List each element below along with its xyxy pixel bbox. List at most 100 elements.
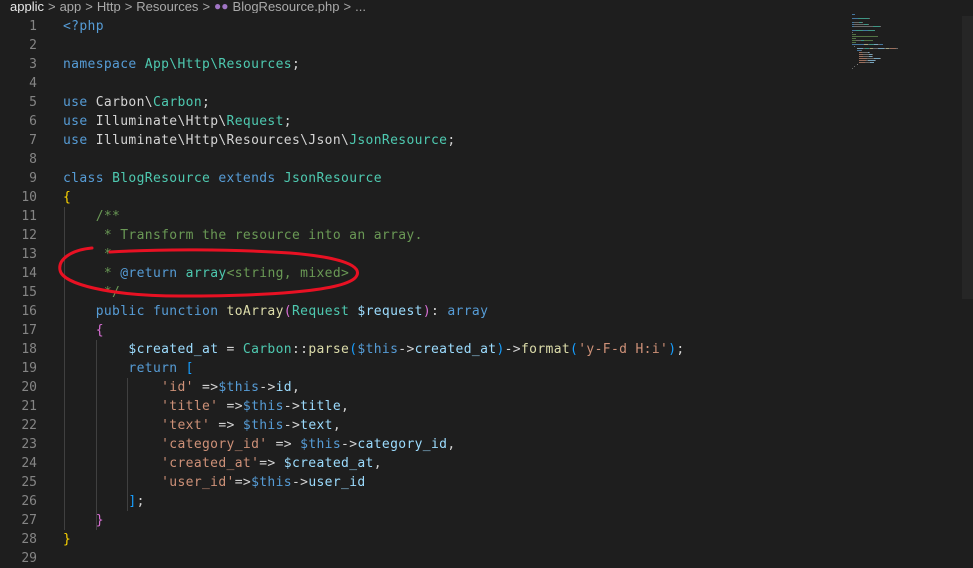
code-editor[interactable]: 1 <?php 2 3 namespace App\Http\Resources; 4 5 u… bbox=[0, 16, 973, 566]
minimap-token bbox=[854, 46, 855, 47]
code-line: 15 */ bbox=[0, 283, 973, 302]
minimap-token bbox=[852, 44, 859, 45]
code-token: Carbon\ bbox=[95, 95, 153, 110]
code-token: -> bbox=[283, 399, 301, 414]
code-token: BlogResource bbox=[112, 171, 219, 186]
code-text: } bbox=[63, 530, 71, 549]
line-number: 5 bbox=[29, 95, 37, 110]
code-token: , bbox=[447, 437, 456, 452]
minimap-token bbox=[868, 24, 869, 25]
minimap-token bbox=[852, 68, 853, 69]
code-token: array bbox=[185, 266, 227, 281]
chevron-right-icon: > bbox=[47, 0, 56, 13]
code-text: ]; bbox=[63, 492, 145, 511]
minimap-token bbox=[862, 22, 863, 23]
code-line: 20 'id' =>$this->id, bbox=[0, 378, 973, 397]
code-token: => bbox=[234, 475, 252, 490]
code-token: App\Http\Resources bbox=[144, 57, 292, 72]
minimap-token bbox=[856, 48, 864, 49]
code-token: , bbox=[332, 418, 342, 433]
code-token: { bbox=[63, 190, 72, 205]
line-number: 22 bbox=[21, 418, 37, 433]
code-token: namespace bbox=[63, 57, 145, 72]
code-token: @return bbox=[120, 266, 186, 281]
code-line: 25 'user_id'=>$this->user_id bbox=[0, 473, 973, 492]
code-token: ] bbox=[128, 494, 137, 509]
line-number: 10 bbox=[21, 190, 37, 205]
minimap-token bbox=[854, 66, 855, 67]
minimap-token bbox=[852, 34, 857, 35]
code-token: Request bbox=[226, 114, 284, 129]
minimap-token bbox=[859, 60, 867, 61]
code-line: 26 ]; bbox=[0, 492, 973, 511]
code-token: title bbox=[300, 399, 342, 414]
code-token: Illuminate\Http\ bbox=[95, 114, 227, 129]
breadcrumb-item[interactable]: app bbox=[60, 0, 82, 13]
code-token: => bbox=[210, 418, 243, 433]
code-token: function bbox=[152, 304, 227, 319]
vertical-scrollbar-thumb[interactable] bbox=[962, 16, 973, 299]
minimap[interactable] bbox=[852, 14, 942, 74]
code-token: { bbox=[95, 323, 104, 338]
line-number: 23 bbox=[21, 437, 37, 452]
code-token: JsonResource bbox=[349, 133, 448, 148]
line-number: 25 bbox=[21, 475, 37, 490]
code-token: $request bbox=[357, 304, 423, 319]
code-token: , bbox=[373, 456, 382, 471]
code-line: 7 use Illuminate\Http\Resources\Json\Json… bbox=[0, 131, 973, 150]
code-line: 23 'category_id' => $this->category_id, bbox=[0, 435, 973, 454]
code-text: */ bbox=[63, 283, 120, 302]
code-token: -> bbox=[283, 418, 301, 433]
line-number: 24 bbox=[21, 456, 37, 471]
minimap-token bbox=[868, 30, 876, 31]
code-token: -> bbox=[398, 342, 415, 357]
code-token: toArray bbox=[226, 304, 284, 319]
code-token: ; bbox=[447, 133, 456, 148]
minimap-token bbox=[880, 26, 881, 27]
code-text: { bbox=[63, 321, 104, 340]
code-token: ( bbox=[283, 304, 292, 319]
breadcrumb-item[interactable]: Http bbox=[97, 0, 121, 13]
line-number: 17 bbox=[21, 323, 37, 338]
code-line: 28} bbox=[0, 530, 973, 549]
code-text: use Carbon\Carbon; bbox=[63, 93, 210, 112]
code-text: { bbox=[63, 188, 71, 207]
minimap-token bbox=[857, 64, 858, 65]
code-token: , bbox=[341, 399, 350, 414]
line-number: 3 bbox=[29, 57, 37, 72]
code-line: 8 bbox=[0, 150, 973, 169]
code-text: <?php bbox=[63, 17, 104, 36]
code-token: ; bbox=[202, 95, 211, 110]
code-line: 3 namespace App\Http\Resources; bbox=[0, 55, 973, 74]
code-token: return bbox=[128, 361, 186, 376]
code-line: 14 * @return array<string, mixed> bbox=[0, 264, 973, 283]
breadcrumb-item[interactable]: Resources bbox=[136, 0, 198, 13]
code-line: 2 bbox=[0, 36, 973, 55]
code-token: created_at bbox=[414, 342, 497, 357]
code-text: } bbox=[63, 511, 104, 530]
code-token: $this bbox=[218, 380, 260, 395]
breadcrumb-item[interactable]: ... bbox=[355, 0, 366, 13]
line-number: 2 bbox=[29, 38, 37, 53]
line-number: 27 bbox=[21, 513, 37, 528]
code-token: $this bbox=[357, 342, 399, 357]
minimap-token bbox=[870, 62, 875, 63]
line-number: 26 bbox=[21, 494, 37, 509]
code-token: :: bbox=[291, 342, 309, 357]
minimap-token bbox=[852, 36, 879, 37]
breadcrumb-item[interactable]: BlogResource.php bbox=[233, 0, 340, 13]
code-token: user_id bbox=[308, 475, 366, 490]
line-number: 16 bbox=[21, 304, 37, 319]
minimap-token bbox=[897, 48, 898, 49]
line-number: 19 bbox=[21, 361, 37, 376]
code-text: 'user_id'=>$this->user_id bbox=[63, 473, 366, 492]
line-number: 29 bbox=[21, 551, 37, 566]
breadcrumb-item[interactable]: applic bbox=[10, 0, 44, 13]
